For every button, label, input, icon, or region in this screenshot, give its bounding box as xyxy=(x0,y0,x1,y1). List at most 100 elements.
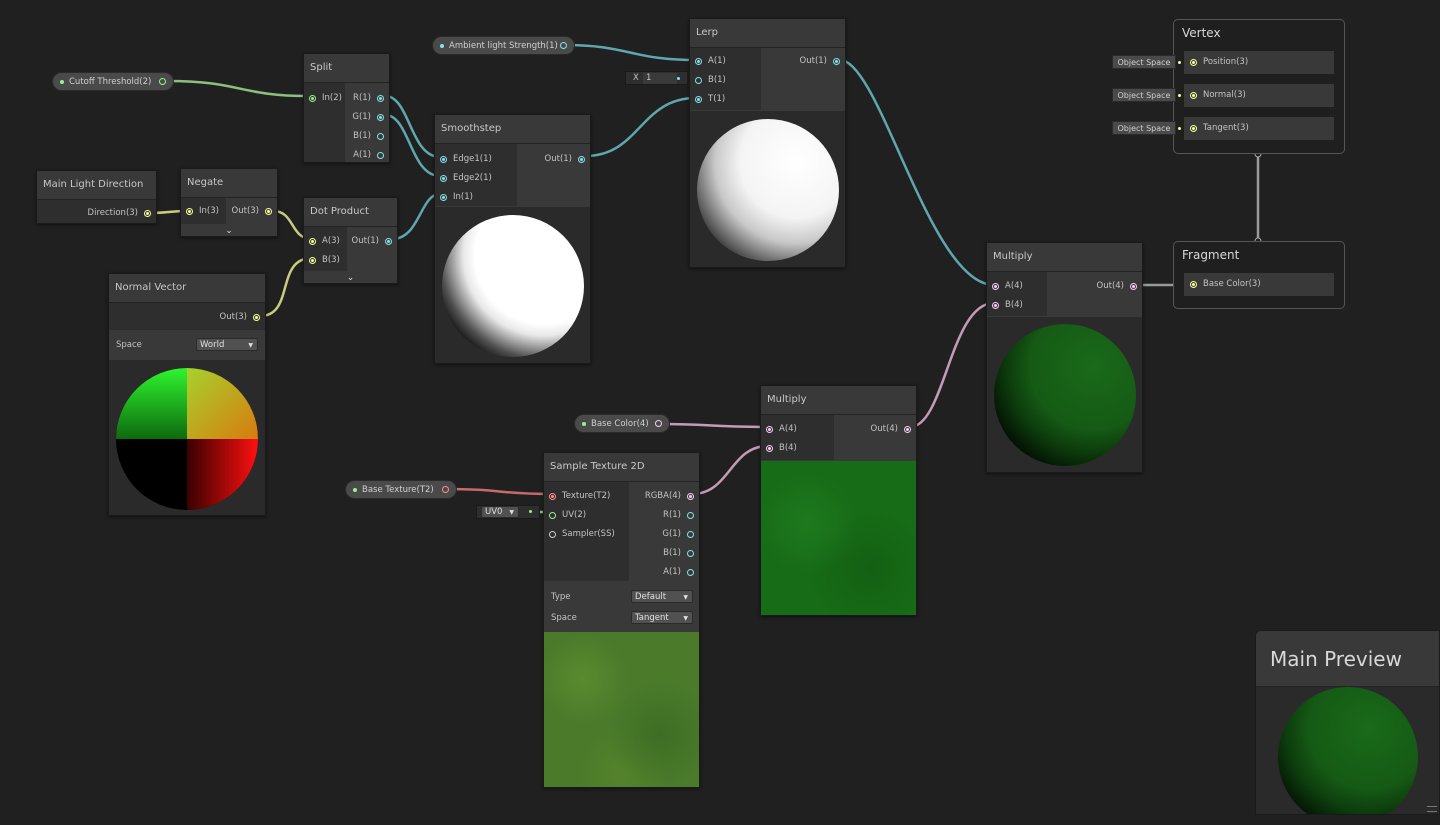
port-out[interactable]: Out(4) xyxy=(1097,277,1142,295)
type-value: Default xyxy=(635,592,667,602)
port-out[interactable]: Out(4) xyxy=(871,420,916,438)
node-lerp[interactable]: Lerp A(1) B(1) T(1) Out(1) xyxy=(689,18,846,268)
port-edge1[interactable]: Edge1(1) xyxy=(435,150,492,168)
fragment-slot-base-color[interactable]: Base Color(3) xyxy=(1184,273,1334,296)
output-port-icon[interactable] xyxy=(159,78,166,85)
port-dot-icon xyxy=(1190,125,1197,132)
port-a[interactable]: A(1) xyxy=(663,563,699,581)
port-b[interactable]: B(1) xyxy=(353,127,389,145)
smoothstep-preview-sphere xyxy=(442,215,584,357)
port-dot-icon xyxy=(549,511,556,519)
x-value-field[interactable]: 1 xyxy=(643,73,677,84)
port-b[interactable]: B(4) xyxy=(761,439,797,457)
expand-chevron-icon[interactable]: ⌄ xyxy=(181,225,277,236)
type-dropdown[interactable]: Default ▼ xyxy=(631,590,693,603)
port-sampler[interactable]: Sampler(SS) xyxy=(544,525,615,543)
wire-basecolor-mul-a xyxy=(659,422,769,429)
port-b[interactable]: B(4) xyxy=(987,296,1023,314)
port-out[interactable]: Out(3) xyxy=(220,308,265,326)
port-b[interactable]: B(1) xyxy=(663,544,699,562)
port-in[interactable]: In(3) xyxy=(181,202,219,220)
node-dot-product[interactable]: Dot Product A(3) B(3) Out(1) ⌄ xyxy=(303,197,398,284)
space-dropdown[interactable]: Tangent ▼ xyxy=(631,611,693,624)
output-port-icon[interactable] xyxy=(442,486,449,493)
fragment-block[interactable]: Fragment Base Color(3) xyxy=(1173,241,1345,309)
port-rgba[interactable]: RGBA(4) xyxy=(645,487,699,505)
port-dot-icon xyxy=(549,492,556,500)
property-ambient-light-strength[interactable]: Ambient light Strength(1) xyxy=(432,36,575,55)
main-preview-sphere[interactable] xyxy=(1278,687,1418,814)
port-dot-icon xyxy=(687,530,694,538)
port-texture[interactable]: Texture(T2) xyxy=(544,487,610,505)
port-a[interactable]: A(4) xyxy=(761,420,797,438)
node-title: Multiply xyxy=(761,386,916,415)
vertex-slot-position[interactable]: Object Space Position(3) xyxy=(1112,51,1334,74)
port-a[interactable]: A(3) xyxy=(304,232,340,250)
vertex-block[interactable]: Vertex Object Space Position(3) Object Sp… xyxy=(1112,19,1345,154)
property-base-texture[interactable]: Base Texture(T2) xyxy=(345,480,457,499)
uv-channel-dropdown[interactable]: UV0 ▼ xyxy=(476,505,540,519)
space-field[interactable]: Object Space xyxy=(1112,121,1181,135)
port-label: UV(2) xyxy=(562,510,587,520)
uv-dropdown[interactable]: UV0 ▼ xyxy=(481,506,519,518)
output-port-icon[interactable] xyxy=(655,420,662,427)
port-out[interactable]: Out(3) xyxy=(232,202,277,220)
node-title: Multiply xyxy=(987,243,1142,272)
node-multiply-top[interactable]: Multiply A(4) B(4) Out(4) xyxy=(986,242,1143,473)
node-split[interactable]: Split In(2) R(1) G(1) B(1) A(1) xyxy=(303,53,390,163)
port-in[interactable]: In(1) xyxy=(435,188,473,206)
space-dropdown[interactable]: World ▼ xyxy=(196,338,258,351)
node-sample-texture-2d[interactable]: Sample Texture 2D Texture(T2) UV(2) Samp… xyxy=(543,452,700,788)
property-base-color[interactable]: Base Color(4) xyxy=(574,414,670,433)
port-out[interactable]: Out(1) xyxy=(545,150,590,168)
dropdown-arrow-icon: ▼ xyxy=(509,509,514,516)
port-label: In(3) xyxy=(199,206,219,216)
port-b[interactable]: B(3) xyxy=(304,251,340,269)
lerp-b-inline-field[interactable]: X 1 xyxy=(625,71,688,85)
port-label: In(2) xyxy=(322,93,342,103)
port-a[interactable]: A(1) xyxy=(353,146,389,162)
port-g[interactable]: G(1) xyxy=(352,108,389,126)
port-a[interactable]: A(4) xyxy=(987,277,1023,295)
port-a[interactable]: A(1) xyxy=(690,52,726,70)
node-smoothstep[interactable]: Smoothstep Edge1(1) Edge2(1) In(1) Out(1… xyxy=(434,114,591,364)
node-multiply-mid[interactable]: Multiply A(4) B(4) Out(4) xyxy=(760,385,917,616)
port-t[interactable]: T(1) xyxy=(690,90,725,108)
port-in[interactable]: In(2) xyxy=(304,89,342,107)
vertex-slot-tangent[interactable]: Object Space Tangent(3) xyxy=(1112,117,1334,140)
port-label: Out(1) xyxy=(544,154,572,164)
expand-chevron-icon[interactable]: ⌄ xyxy=(304,272,397,283)
space-field[interactable]: Object Space xyxy=(1112,88,1181,102)
port-label: In(1) xyxy=(453,192,473,202)
color-indicator-icon xyxy=(582,422,586,426)
vertex-slot-normal[interactable]: Object Space Normal(3) xyxy=(1112,84,1334,107)
float-indicator-icon xyxy=(440,44,444,48)
node-negate[interactable]: Negate In(3) Out(3) ⌄ xyxy=(180,168,278,237)
port-label: G(1) xyxy=(662,529,681,539)
port-direction[interactable]: Direction(3) xyxy=(88,204,156,222)
port-dot-icon xyxy=(1130,282,1137,290)
node-normal-vector[interactable]: Normal Vector Out(3) Space World ▼ xyxy=(108,273,266,516)
port-label: B(1) xyxy=(663,548,681,558)
port-b[interactable]: B(1) xyxy=(690,71,726,89)
port-dot-icon xyxy=(992,301,999,309)
port-g[interactable]: G(1) xyxy=(662,525,699,543)
resize-handle-icon[interactable] xyxy=(1427,806,1437,812)
port-r[interactable]: R(1) xyxy=(663,506,699,524)
node-main-light-direction[interactable]: Main Light Direction Direction(3) xyxy=(36,170,157,224)
space-field[interactable]: Object Space xyxy=(1112,55,1181,69)
port-r[interactable]: R(1) xyxy=(353,89,389,107)
port-dot-icon xyxy=(309,94,316,102)
output-ports: Out(1) xyxy=(347,227,397,271)
port-uv[interactable]: UV(2) xyxy=(544,506,586,524)
property-cutoff-threshold[interactable]: Cutoff Threshold(2) xyxy=(52,72,174,91)
wire-tex-sample xyxy=(444,487,552,496)
port-out[interactable]: Out(1) xyxy=(352,232,397,250)
port-dot-icon xyxy=(377,151,384,159)
input-ports: A(3) B(3) xyxy=(304,227,347,271)
port-out[interactable]: Out(1) xyxy=(800,52,845,70)
output-port-icon[interactable] xyxy=(560,42,567,49)
main-preview-panel[interactable]: Main Preview xyxy=(1255,630,1440,815)
port-edge2[interactable]: Edge2(1) xyxy=(435,169,492,187)
wire-split-g-edge2 xyxy=(384,113,441,178)
